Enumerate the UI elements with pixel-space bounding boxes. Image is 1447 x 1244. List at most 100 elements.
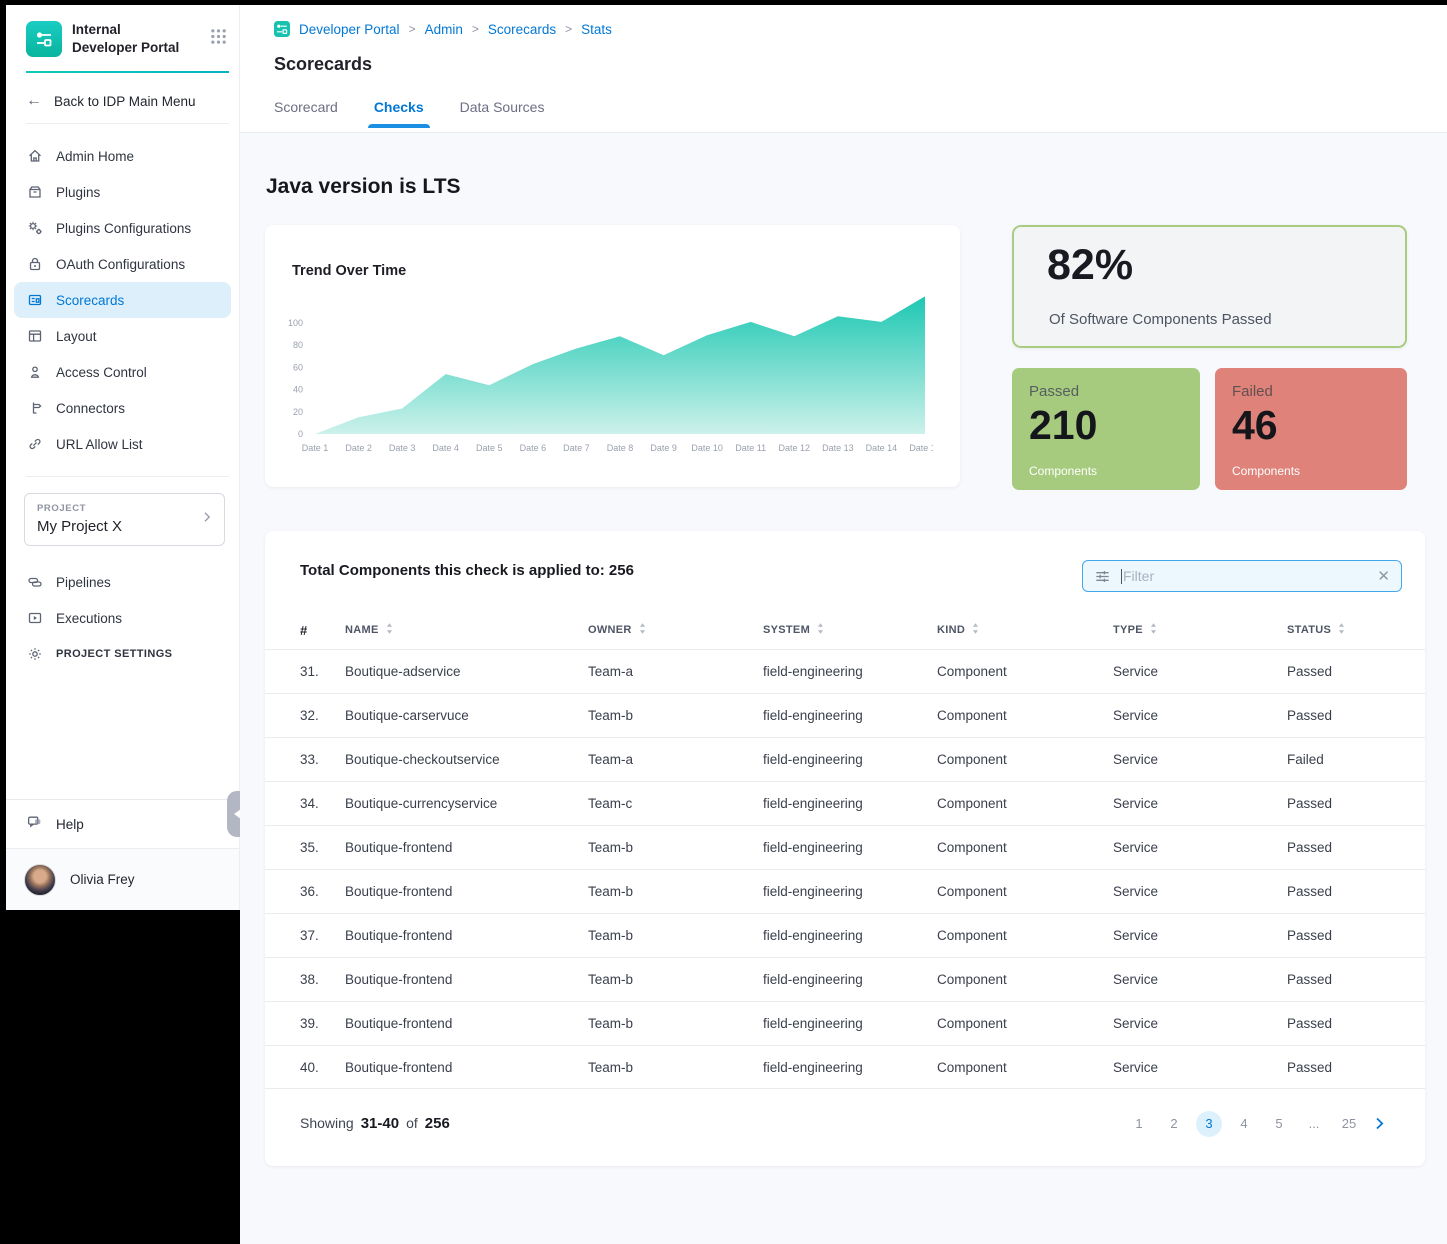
- page-button[interactable]: 1: [1126, 1111, 1152, 1137]
- cell-kind: Component: [937, 928, 1113, 943]
- app-switcher-icon[interactable]: [210, 28, 227, 50]
- page-button[interactable]: 25: [1336, 1111, 1362, 1137]
- table-row[interactable]: 34.Boutique-currencyserviceTeam-cfield-e…: [265, 781, 1425, 825]
- pass-percentage-value: 82%: [1047, 241, 1133, 290]
- back-label: Back to IDP Main Menu: [54, 94, 196, 109]
- sidebar-item-access-control[interactable]: Access Control: [6, 354, 239, 390]
- cell-name: Boutique-frontend: [345, 840, 588, 855]
- filter-input[interactable]: Filter ✕: [1082, 560, 1402, 592]
- cell-system: field-engineering: [763, 708, 937, 723]
- cell-system: field-engineering: [763, 840, 937, 855]
- table-row[interactable]: 32.Boutique-carservuceTeam-bfield-engine…: [265, 693, 1425, 737]
- table-row[interactable]: 40.Boutique-frontendTeam-bfield-engineer…: [265, 1045, 1425, 1089]
- svg-text:20: 20: [293, 407, 303, 417]
- cell-num: 35.: [300, 840, 345, 855]
- help-label: Help: [56, 817, 84, 832]
- page-button[interactable]: 5: [1266, 1111, 1292, 1137]
- sidebar-item-plugins-configurations[interactable]: Plugins Configurations: [6, 210, 239, 246]
- column-header-system[interactable]: SYSTEM: [763, 622, 937, 638]
- breadcrumb-link[interactable]: Admin: [425, 22, 463, 37]
- idp-logo-icon: [26, 21, 62, 57]
- pass-percentage-card: 82% Of Software Components Passed: [1012, 225, 1407, 348]
- link-icon: [26, 436, 43, 453]
- divider: [26, 476, 229, 477]
- failed-value: 46: [1232, 402, 1407, 449]
- sidebar-item-label: OAuth Configurations: [56, 257, 185, 272]
- cell-status: Passed: [1287, 928, 1401, 943]
- column-header-index[interactable]: #: [300, 623, 345, 638]
- column-header-status[interactable]: STATUS: [1287, 622, 1401, 638]
- sidebar-item-executions[interactable]: Executions: [6, 600, 239, 636]
- cell-kind: Component: [937, 840, 1113, 855]
- cell-type: Service: [1113, 708, 1287, 723]
- failed-card: Failed 46 Components: [1215, 368, 1407, 490]
- sidebar-item-connectors[interactable]: Connectors: [6, 390, 239, 426]
- sidebar-item-label: Executions: [56, 611, 122, 626]
- failed-components-label: Components: [1232, 464, 1300, 478]
- tab-scorecard[interactable]: Scorecard: [274, 99, 338, 128]
- sidebar-item-layout[interactable]: Layout: [6, 318, 239, 354]
- trend-chart-card: Trend Over Time 020406080100Date 1Date 2…: [265, 225, 960, 487]
- sidebar-item-admin-home[interactable]: Admin Home: [6, 138, 239, 174]
- sidebar-item-label: Access Control: [56, 365, 147, 380]
- svg-text:Date 13: Date 13: [822, 443, 854, 453]
- sidebar-item-plugins[interactable]: Plugins: [6, 174, 239, 210]
- breadcrumb-link[interactable]: Developer Portal: [299, 22, 400, 37]
- sort-icon: [385, 622, 394, 638]
- tab-data-sources[interactable]: Data Sources: [460, 99, 545, 128]
- sidebar-item-label: URL Allow List: [56, 437, 143, 452]
- column-header-type[interactable]: TYPE: [1113, 622, 1287, 638]
- showing-total: 256: [425, 1115, 450, 1132]
- cell-name: Boutique-frontend: [345, 972, 588, 987]
- column-header-owner[interactable]: OWNER: [588, 622, 763, 638]
- column-header-kind[interactable]: KIND: [937, 622, 1113, 638]
- cell-name: Boutique-checkoutservice: [345, 752, 588, 767]
- cell-status: Passed: [1287, 664, 1401, 679]
- table-row[interactable]: 33.Boutique-checkoutserviceTeam-afield-e…: [265, 737, 1425, 781]
- user-name: Olivia Frey: [70, 872, 135, 887]
- table-row[interactable]: 35.Boutique-frontendTeam-bfield-engineer…: [265, 825, 1425, 869]
- sidebar-bottom: Help Olivia Frey: [6, 799, 239, 910]
- clear-filter-icon[interactable]: ✕: [1377, 567, 1390, 585]
- sidebar-item-url-allow-list[interactable]: URL Allow List: [6, 426, 239, 462]
- gears-icon: [26, 220, 43, 237]
- sidebar-item-scorecards[interactable]: Scorecards: [14, 282, 231, 318]
- table-row[interactable]: 31.Boutique-adserviceTeam-afield-enginee…: [265, 649, 1425, 693]
- svg-text:Date 14: Date 14: [866, 443, 898, 453]
- next-page-button[interactable]: [1372, 1116, 1387, 1131]
- page-button[interactable]: 2: [1161, 1111, 1187, 1137]
- sidebar-item-project-settings[interactable]: PROJECT SETTINGS: [6, 636, 239, 672]
- cell-status: Passed: [1287, 796, 1401, 811]
- page-title: Scorecards: [274, 54, 1447, 75]
- cell-num: 37.: [300, 928, 345, 943]
- breadcrumb-link[interactable]: Scorecards: [488, 22, 556, 37]
- table-row[interactable]: 36.Boutique-frontendTeam-bfield-engineer…: [265, 869, 1425, 913]
- table-row[interactable]: 37.Boutique-frontendTeam-bfield-engineer…: [265, 913, 1425, 957]
- column-header-name[interactable]: NAME: [345, 622, 588, 638]
- table-row[interactable]: 39.Boutique-frontendTeam-bfield-engineer…: [265, 1001, 1425, 1045]
- page-button[interactable]: 4: [1231, 1111, 1257, 1137]
- cell-status: Passed: [1287, 1060, 1401, 1075]
- tab-checks[interactable]: Checks: [374, 99, 424, 128]
- user-menu[interactable]: Olivia Frey: [6, 848, 239, 910]
- cell-status: Passed: [1287, 972, 1401, 987]
- page-button[interactable]: 3: [1196, 1111, 1222, 1137]
- table-row[interactable]: 38.Boutique-frontendTeam-bfield-engineer…: [265, 957, 1425, 1001]
- sidebar-item-pipelines[interactable]: Pipelines: [6, 564, 239, 600]
- svg-text:Date 10: Date 10: [691, 443, 723, 453]
- back-arrow-icon: ←: [26, 92, 42, 110]
- home-icon: [26, 148, 43, 165]
- cell-kind: Component: [937, 972, 1113, 987]
- cell-status: Passed: [1287, 708, 1401, 723]
- sidebar-item-oauth-configurations[interactable]: OAuth Configurations: [6, 246, 239, 282]
- sidebar-item-label: Admin Home: [56, 149, 134, 164]
- back-to-main-menu[interactable]: ← Back to IDP Main Menu: [6, 79, 239, 123]
- svg-text:Date 1: Date 1: [302, 443, 329, 453]
- cell-num: 32.: [300, 708, 345, 723]
- svg-text:0: 0: [298, 429, 303, 439]
- help-button[interactable]: Help: [6, 800, 239, 848]
- svg-text:Date 6: Date 6: [520, 443, 547, 453]
- breadcrumb-link[interactable]: Stats: [581, 22, 612, 37]
- cell-owner: Team-c: [588, 796, 763, 811]
- project-selector[interactable]: PROJECT My Project X: [24, 493, 225, 546]
